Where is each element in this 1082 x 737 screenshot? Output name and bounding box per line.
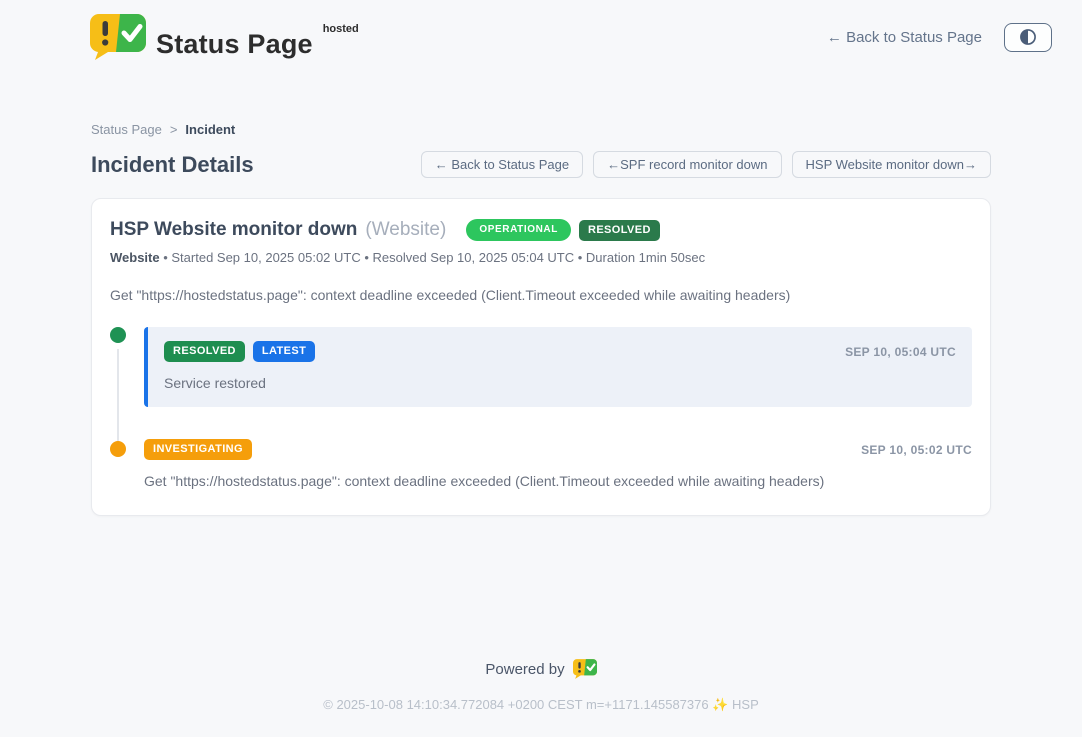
meta-component: Website xyxy=(110,250,160,265)
timeline-dot-column xyxy=(110,327,144,407)
header-back-link[interactable]: ← Back to Status Page xyxy=(827,29,982,46)
half-circle-icon xyxy=(1018,27,1038,47)
page-title: Incident Details xyxy=(91,152,254,178)
timeline-badge-resolved: RESOLVED xyxy=(164,341,245,362)
incident-component: (Website) xyxy=(365,219,446,241)
timeline-entry-body: INVESTIGATING SEP 10, 05:02 UTC Get "https… xyxy=(144,439,972,489)
timeline-timestamp: SEP 10, 05:04 UTC xyxy=(845,345,956,359)
next-incident-button[interactable]: HSP Website monitor down→ xyxy=(792,151,991,178)
incident-state-badge: RESOLVED xyxy=(579,220,660,241)
timeline-dot-icon xyxy=(110,327,126,343)
timeline-entry: RESOLVED LATEST SEP 10, 05:04 UTC Service r… xyxy=(110,327,972,407)
brand-name: Status Page xyxy=(156,29,313,59)
prev-incident-button[interactable]: ←SPF record monitor down xyxy=(593,151,781,178)
incident-meta: Website • Started Sep 10, 2025 05:02 UTC… xyxy=(110,250,972,265)
timeline-message: Get "https://hostedstatus.page": context… xyxy=(144,473,972,489)
breadcrumb-separator: > xyxy=(170,122,178,137)
brand-logo-icon xyxy=(90,14,146,60)
copyright: © 2025-10-08 14:10:34.772084 +0200 CEST … xyxy=(0,697,1082,713)
back-to-status-page-button[interactable]: ← Back to Status Page xyxy=(421,151,583,178)
timeline-badge-latest: LATEST xyxy=(253,341,315,362)
incident-title: HSP Website monitor down xyxy=(110,219,357,241)
incident-card: HSP Website monitor down (Website) OPERA… xyxy=(91,198,991,516)
timeline-entry-body: RESOLVED LATEST SEP 10, 05:04 UTC Service r… xyxy=(144,327,972,407)
footer-logo-icon xyxy=(573,659,597,679)
timeline-message: Service restored xyxy=(164,375,956,391)
incident-nav: ← Back to Status Page ←SPF record monitor… xyxy=(421,151,991,178)
site-footer: Powered by © 2025-10-08 14:10:34.772084 … xyxy=(0,659,1082,737)
operational-status-badge: OPERATIONAL xyxy=(466,219,571,241)
timeline-badge-investigating: INVESTIGATING xyxy=(144,439,252,460)
main-content: Status Page > Incident Incident Details … xyxy=(91,122,991,516)
brand-logo: Status Page hosted xyxy=(90,14,359,60)
breadcrumb-root[interactable]: Status Page xyxy=(91,122,162,137)
brand-superscript: hosted xyxy=(323,23,359,35)
timeline-dot-column xyxy=(110,439,144,489)
site-header: Status Page hosted ← Back to Status Page xyxy=(0,0,1082,60)
breadcrumb: Status Page > Incident xyxy=(91,122,991,137)
breadcrumb-current: Incident xyxy=(185,122,235,137)
theme-toggle-button[interactable] xyxy=(1004,23,1052,52)
timeline-timestamp: SEP 10, 05:02 UTC xyxy=(861,443,972,457)
powered-by-label: Powered by xyxy=(485,661,564,678)
timeline-dot-icon xyxy=(110,441,126,457)
timeline-entry: INVESTIGATING SEP 10, 05:02 UTC Get "https… xyxy=(110,439,972,489)
meta-details: • Started Sep 10, 2025 05:02 UTC • Resol… xyxy=(160,250,706,265)
timeline: RESOLVED LATEST SEP 10, 05:04 UTC Service r… xyxy=(110,327,972,489)
incident-description: Get "https://hostedstatus.page": context… xyxy=(110,287,972,303)
